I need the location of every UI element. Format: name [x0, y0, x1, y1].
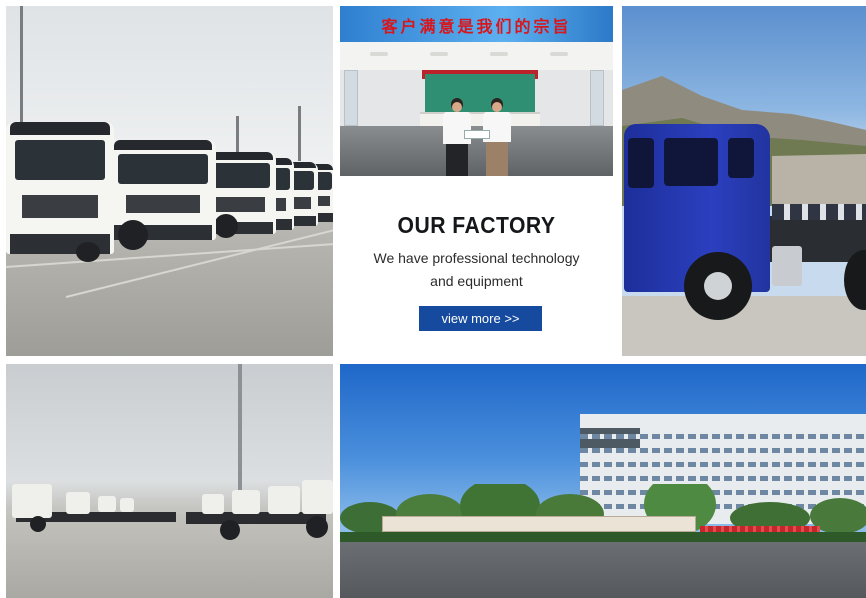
- photo-white-trucks-row: [6, 6, 333, 356]
- ceiling: [340, 42, 613, 70]
- factory-info-card: OUR FACTORY We have professional technol…: [340, 176, 613, 356]
- fuel-tank: [772, 246, 802, 286]
- truck-cab: [6, 122, 114, 254]
- slogan-banner: 客户满意是我们的宗旨: [340, 6, 613, 42]
- photo-factory-lobby: 客户满意是我们的宗旨: [340, 6, 613, 176]
- card-description-line-2: and equipment: [430, 273, 523, 289]
- truck-cab: [12, 484, 52, 518]
- truck-cab: [268, 486, 300, 514]
- truck-cab: [202, 494, 224, 514]
- truck-wheel: [214, 214, 238, 238]
- road: [340, 542, 866, 598]
- slogan-text: 客户满意是我们的宗旨: [381, 17, 572, 36]
- truck-cab: [120, 498, 134, 512]
- truck-wheel: [30, 516, 46, 532]
- truck-cab: [232, 490, 260, 514]
- photo-truck-yard: [6, 364, 333, 598]
- photo-company-building: [340, 364, 866, 598]
- truck-cab: [302, 480, 333, 514]
- company-name-wall: [382, 516, 696, 532]
- card-title: OUR FACTORY: [397, 212, 556, 238]
- lamp-post: [298, 106, 301, 161]
- card-description-line-1: We have professional technology: [373, 250, 580, 266]
- truck-cab: [66, 492, 90, 514]
- held-plaque: [464, 130, 490, 139]
- photo-blue-truck: [622, 6, 866, 356]
- truck-wheel: [220, 520, 240, 540]
- view-more-button[interactable]: view more >>: [419, 306, 542, 331]
- truck-wheel-front: [684, 252, 752, 320]
- truck-cab: [98, 496, 116, 512]
- truck-wheel: [306, 516, 328, 538]
- truck-wheel: [118, 220, 148, 250]
- distant-trucks: [772, 204, 866, 220]
- truck-wheel: [76, 242, 100, 262]
- yard-ground: [6, 514, 333, 598]
- light-pole: [238, 364, 242, 504]
- lamp-post: [20, 6, 23, 126]
